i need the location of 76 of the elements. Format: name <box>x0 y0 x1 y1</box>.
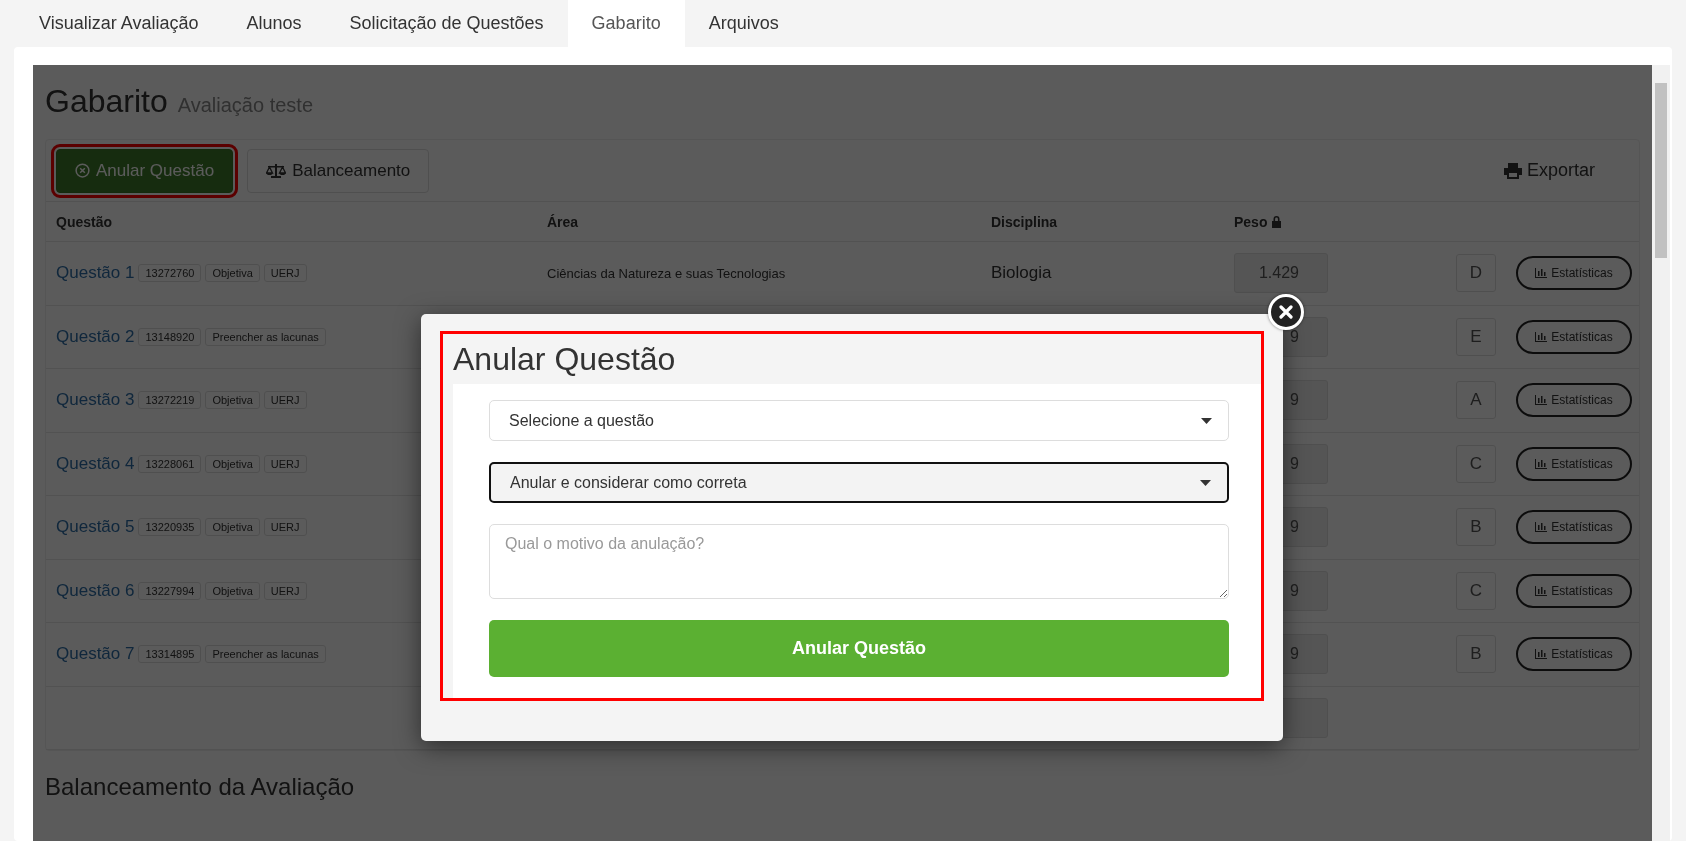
bar-chart-icon <box>1535 395 1548 406</box>
question-tag: 13227994 <box>138 581 202 600</box>
statistics-button[interactable]: Estatísticas <box>1516 510 1632 545</box>
question-tag: UERJ <box>263 581 307 600</box>
answer-box: B <box>1456 635 1496 674</box>
tab[interactable]: Arquivos <box>684 0 803 47</box>
page-title: Gabarito <box>45 83 168 120</box>
tab[interactable]: Solicitação de Questões <box>325 0 568 47</box>
question-link[interactable]: Questão 2 <box>56 326 135 347</box>
statistics-button[interactable]: Estatísticas <box>1516 256 1632 291</box>
column-header: Questão <box>56 213 113 230</box>
lock-icon <box>1271 215 1283 228</box>
answer-box: A <box>1456 381 1496 420</box>
submit-button[interactable]: Anular Questão <box>489 620 1229 677</box>
answer-box: C <box>1456 571 1496 610</box>
statistics-button[interactable]: Estatísticas <box>1516 637 1632 672</box>
answer-box: D <box>1456 254 1496 293</box>
caret-icon <box>1201 417 1212 424</box>
statistics-button[interactable]: Estatísticas <box>1516 446 1632 481</box>
scrollbar[interactable] <box>1652 65 1670 841</box>
question-link[interactable]: Questão 6 <box>56 580 135 601</box>
scrollbar-thumb[interactable] <box>1655 83 1667 258</box>
question-tag: 13314895 <box>138 645 202 664</box>
question-link[interactable]: Questão 5 <box>56 517 135 538</box>
answer-box: B <box>1456 508 1496 547</box>
scale-icon <box>266 162 287 179</box>
circle-x-icon <box>75 163 90 178</box>
area-cell-text: Ciências da Natureza e suas Tecnologias <box>547 265 787 281</box>
section-title: Balanceamento da Avaliação <box>45 773 356 801</box>
question-tag: Preencher as lacunas <box>205 327 326 346</box>
question-tag: Objetiva <box>205 264 260 283</box>
statistics-button[interactable]: Estatísticas <box>1516 319 1632 354</box>
question-tag: 13228061 <box>138 454 202 473</box>
question-tag: Objetiva <box>205 454 260 473</box>
column-header: Peso <box>1234 213 1456 230</box>
question-tag: Objetiva <box>205 391 260 410</box>
question-tag: UERJ <box>263 518 307 537</box>
question-tag: Preencher as lacunas <box>205 645 326 664</box>
question-link[interactable]: Questão 1 <box>56 263 135 284</box>
bar-chart-icon <box>1535 585 1548 596</box>
question-tag: 13272219 <box>138 391 202 410</box>
bar-chart-icon <box>1535 458 1548 469</box>
bar-chart-icon <box>1535 649 1548 660</box>
question-select[interactable]: Selecione a questão <box>489 400 1229 441</box>
bar-chart-icon <box>1535 522 1548 533</box>
balance-button[interactable]: Balanceamento <box>247 148 430 193</box>
column-header: Disciplina <box>991 213 1059 230</box>
printer-icon <box>1503 162 1522 179</box>
close-icon[interactable] <box>1268 294 1304 330</box>
statistics-button[interactable]: Estatísticas <box>1516 573 1632 608</box>
question-tag: Objetiva <box>205 518 260 537</box>
question-link[interactable]: Questão 4 <box>56 453 135 474</box>
answer-box: C <box>1456 444 1496 483</box>
question-tag: 13148920 <box>138 327 202 346</box>
discipline-cell-text: Biologia <box>991 263 1053 284</box>
question-tag: UERJ <box>263 391 307 410</box>
question-tag: 13220935 <box>138 518 202 537</box>
question-tag: 13272760 <box>138 264 202 283</box>
column-header: Área <box>547 213 580 230</box>
question-tag: UERJ <box>263 454 307 473</box>
question-link[interactable]: Questão 7 <box>56 644 135 665</box>
caret-icon <box>1200 479 1211 486</box>
question-link[interactable]: Questão 3 <box>56 390 135 411</box>
reason-field[interactable]: Qual o motivo da anulação? <box>489 524 1229 599</box>
export-button[interactable]: Exportar <box>1497 159 1601 182</box>
statistics-button[interactable]: Estatísticas <box>1516 383 1632 418</box>
bar-chart-icon <box>1535 331 1548 342</box>
modal-title: Anular Questão <box>453 339 677 379</box>
annul-mode-select[interactable]: Anular e considerar como correta <box>489 462 1229 503</box>
tab[interactable]: Visualizar Avaliação <box>15 0 223 47</box>
tab[interactable]: Alunos <box>222 0 326 47</box>
question-tag: Objetiva <box>205 581 260 600</box>
tab[interactable]: Gabarito <box>567 0 685 47</box>
answer-box: E <box>1456 317 1496 356</box>
question-tag: UERJ <box>263 264 307 283</box>
bar-chart-icon <box>1535 268 1548 279</box>
